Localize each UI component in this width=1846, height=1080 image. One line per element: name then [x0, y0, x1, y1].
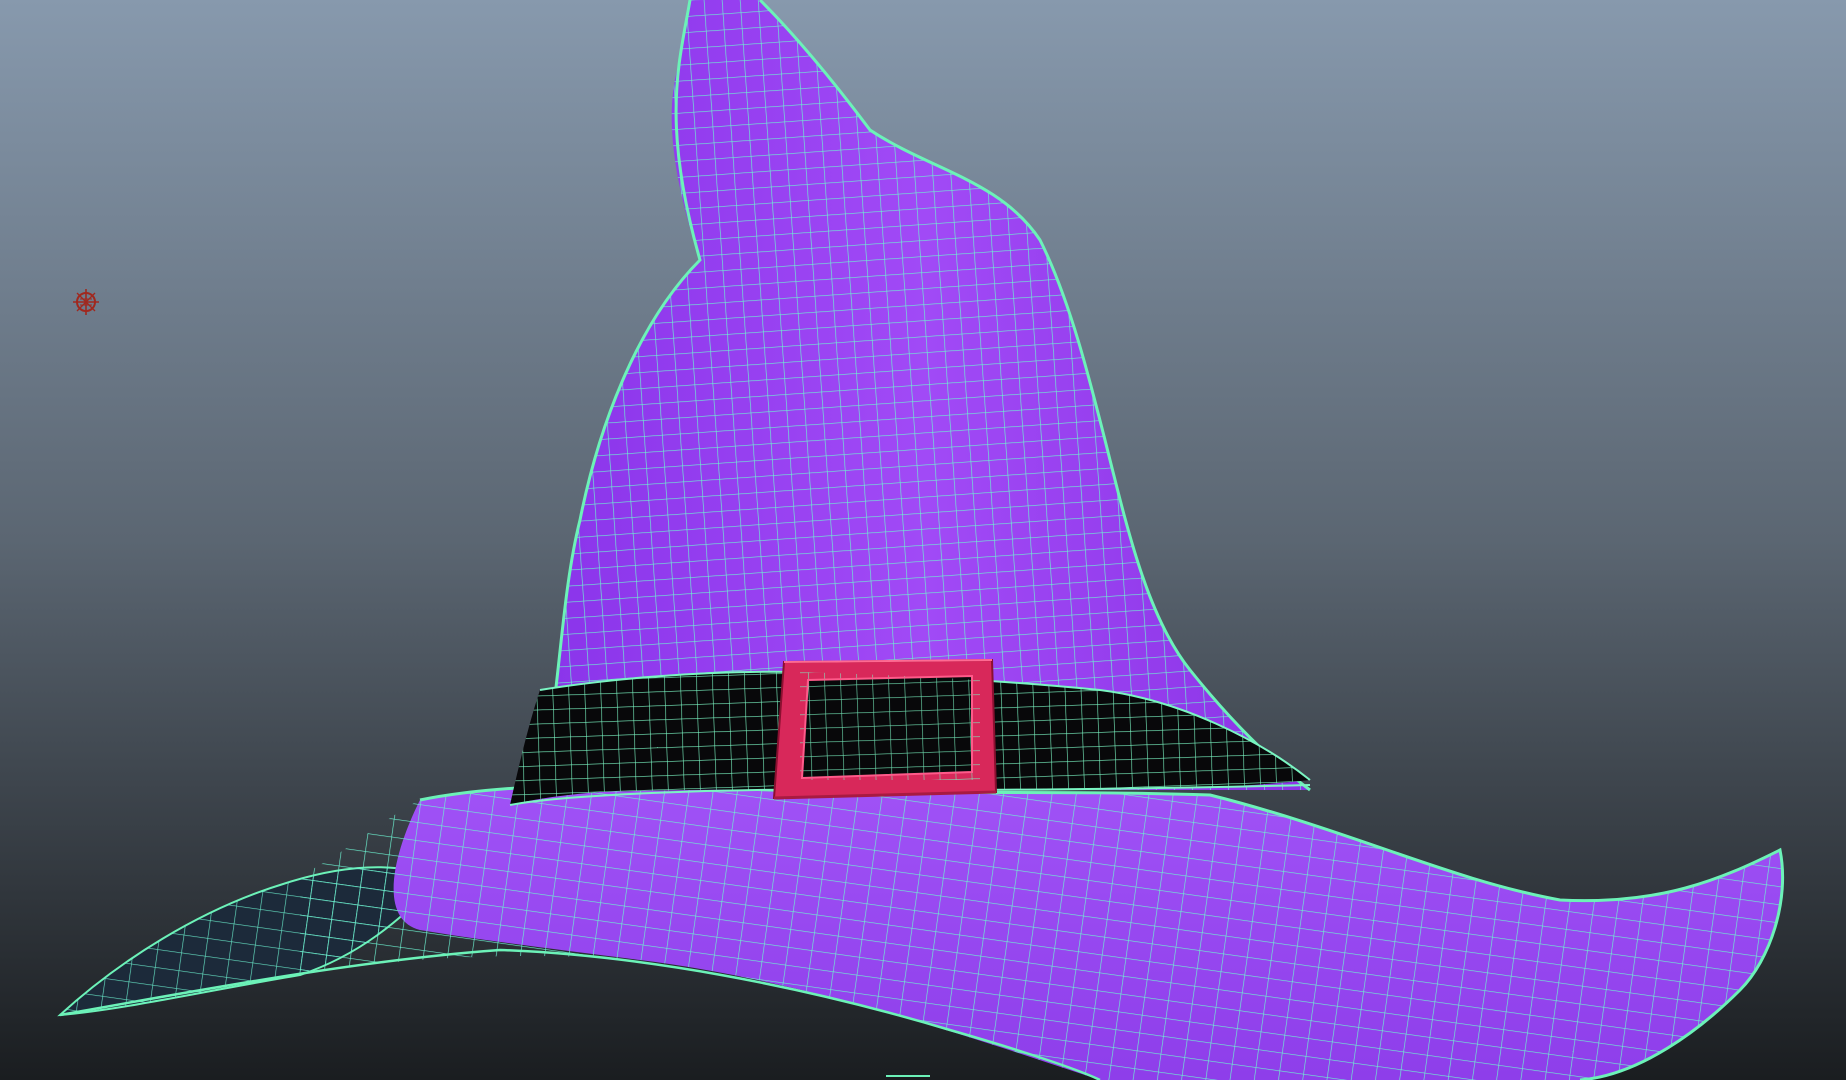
- maya-viewport[interactable]: [0, 0, 1846, 1080]
- hat-buckle: [772, 658, 998, 800]
- viewport-canvas[interactable]: [0, 0, 1846, 1080]
